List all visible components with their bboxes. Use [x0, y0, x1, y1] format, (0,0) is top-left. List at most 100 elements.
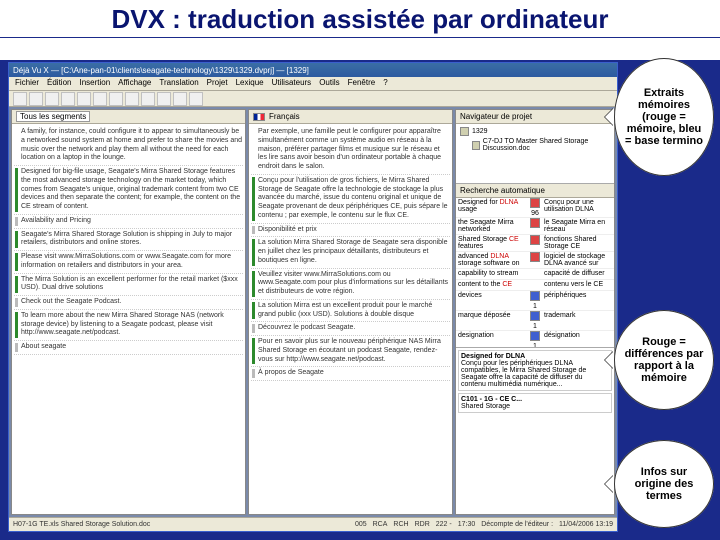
match-row[interactable]: designation1désignation	[456, 331, 614, 348]
segment-target-text[interactable]: Veuillez visiter www.MirraSolutions.com …	[258, 271, 449, 297]
menu-item[interactable]: Outils	[319, 78, 339, 89]
match-type-chip	[530, 311, 540, 321]
segment-marker	[15, 168, 18, 212]
segment-row[interactable]: Pour en savoir plus sur le nouveau périp…	[251, 336, 450, 367]
segment-target-text[interactable]: La solution Mirra Shared Storage de Seag…	[258, 239, 449, 265]
status-item: RCA	[373, 521, 388, 528]
term-info: Designed for DLNAConçu pour les périphér…	[456, 348, 614, 514]
source-header[interactable]: Tous les segments	[12, 110, 245, 124]
tree-root[interactable]: 1329	[460, 126, 610, 137]
segment-target-text[interactable]: Par exemple, une famille peut le configu…	[258, 128, 449, 172]
tree-file[interactable]: C7-DJ TO Master Shared Storage Discussio…	[460, 137, 610, 153]
segment-marker	[252, 271, 255, 297]
segment-target-text[interactable]: À propos de Seagate	[258, 369, 449, 378]
match-row[interactable]: Shared Storage CE featuresfonctions Shar…	[456, 235, 614, 252]
segment-row[interactable]: Availability and Pricing	[14, 215, 243, 229]
toolbar-button[interactable]	[77, 92, 91, 106]
dvx-app-window: Déjà Vu X — [C:\Ane-pan-01\clients\seaga…	[8, 62, 618, 532]
toolbar-button[interactable]	[189, 92, 203, 106]
segment-row[interactable]: Designed for big-file usage, Seagate's M…	[14, 166, 243, 215]
menu-item[interactable]: ?	[383, 78, 387, 89]
match-target: logiciel de stockage DLNA avancé sur	[542, 252, 614, 268]
project-tree: 1329 C7-DJ TO Master Shared Storage Disc…	[456, 124, 614, 184]
menu-item[interactable]: Translation	[159, 78, 198, 89]
match-type-chip	[530, 331, 540, 341]
menu-item[interactable]: Édition	[47, 78, 71, 89]
match-row[interactable]: Designed for DLNA usage96Conçu pour une …	[456, 198, 614, 218]
segment-row[interactable]: Conçu pour l'utilisation de gros fichier…	[251, 175, 450, 224]
match-row[interactable]: content to the CEcontenu vers le CE	[456, 280, 614, 291]
toolbar-button[interactable]	[125, 92, 139, 106]
segment-row[interactable]: The Mirra Solution is an excellent perfo…	[14, 274, 243, 297]
menu-item[interactable]: Utilisateurs	[272, 78, 312, 89]
segment-marker	[252, 226, 255, 235]
term-block[interactable]: Designed for DLNAConçu pour les périphér…	[458, 350, 612, 391]
match-source: the Seagate Mirra networked	[456, 218, 528, 234]
segment-row[interactable]: Please visit www.MirraSolutions.com or w…	[14, 251, 243, 274]
segment-row[interactable]: La solution Mirra est un excellent produ…	[251, 300, 450, 323]
status-item: 11/04/2006 13:19	[559, 521, 613, 528]
match-source: content to the CE	[456, 280, 528, 290]
target-header[interactable]: Français	[249, 110, 452, 124]
segment-row[interactable]: About seagate	[14, 341, 243, 355]
tree-label: C7-DJ TO Master Shared Storage Discussio…	[483, 138, 610, 152]
segment-row[interactable]: La solution Mirra Shared Storage de Seag…	[251, 237, 450, 268]
segment-source-text: About seagate	[21, 343, 242, 352]
menu-item[interactable]: Fenêtre	[348, 78, 376, 89]
menu-item[interactable]: Projet	[207, 78, 228, 89]
match-score: 1	[528, 311, 542, 330]
menu-item[interactable]: Insertion	[79, 78, 110, 89]
segment-marker	[252, 128, 255, 172]
segment-target-text[interactable]: La solution Mirra est un excellent produ…	[258, 302, 449, 320]
match-source: capability to stream	[456, 269, 528, 279]
match-score	[528, 235, 542, 251]
toolbar-button[interactable]	[93, 92, 107, 106]
match-score	[528, 280, 542, 290]
menu-item[interactable]: Lexique	[236, 78, 264, 89]
segment-marker	[15, 298, 18, 307]
segment-target-text[interactable]: Pour en savoir plus sur le nouveau périp…	[258, 338, 449, 364]
window-titlebar: Déjà Vu X — [C:\Ane-pan-01\clients\seaga…	[9, 63, 617, 77]
match-score	[528, 269, 542, 279]
match-row[interactable]: the Seagate Mirra networkedle Seagate Mi…	[456, 218, 614, 235]
toolbar	[9, 91, 617, 107]
segment-row[interactable]: To learn more about the new Mirra Shared…	[14, 310, 243, 341]
segment-row[interactable]: Par exemple, une famille peut le configu…	[251, 126, 450, 175]
toolbar-button[interactable]	[13, 92, 27, 106]
segment-row[interactable]: A family, for instance, could configure …	[14, 126, 243, 166]
term-body: Conçu pour les périphériques DLNA compat…	[461, 360, 609, 388]
segment-row[interactable]: À propos de Seagate	[251, 367, 450, 381]
match-row[interactable]: marque déposée1trademark	[456, 311, 614, 331]
segment-target-text[interactable]: Disponibilité et prix	[258, 226, 449, 235]
menu-item[interactable]: Fichier	[15, 78, 39, 89]
toolbar-button[interactable]	[173, 92, 187, 106]
status-file: H07-1G TE.xls Shared Storage Solution.do…	[13, 521, 150, 528]
match-row[interactable]: devices1périphériques	[456, 291, 614, 311]
match-row[interactable]: capability to streamcapacité de diffuser	[456, 269, 614, 280]
segment-row[interactable]: Check out the Seagate Podcast.	[14, 296, 243, 310]
segment-marker	[252, 177, 255, 221]
term-block[interactable]: C101 - 1G - CE C...Shared Storage	[458, 393, 612, 413]
slide-title: DVX : traduction assistée par ordinateur	[0, 0, 720, 38]
segment-row[interactable]: Découvrez le podcast Seagate.	[251, 322, 450, 336]
toolbar-button[interactable]	[61, 92, 75, 106]
segment-source-text: Seagate's Mirra Shared Storage Solution …	[21, 231, 242, 249]
segment-target-text[interactable]: Conçu pour l'utilisation de gros fichier…	[258, 177, 449, 221]
menu-item[interactable]: Affichage	[118, 78, 151, 89]
segment-marker	[252, 338, 255, 364]
toolbar-button[interactable]	[157, 92, 171, 106]
match-source: Shared Storage CE features	[456, 235, 528, 251]
segment-row[interactable]: Disponibilité et prix	[251, 224, 450, 238]
match-row[interactable]: advanced DLNA storage software onlogicie…	[456, 252, 614, 269]
segment-row[interactable]: Veuillez visiter www.MirraSolutions.com …	[251, 269, 450, 300]
segment-marker	[15, 276, 18, 294]
toolbar-button[interactable]	[109, 92, 123, 106]
flag-icon	[253, 113, 265, 121]
toolbar-button[interactable]	[29, 92, 43, 106]
match-score	[528, 218, 542, 234]
segment-row[interactable]: Seagate's Mirra Shared Storage Solution …	[14, 229, 243, 252]
filter-dropdown[interactable]: Tous les segments	[16, 111, 90, 122]
segment-target-text[interactable]: Découvrez le podcast Seagate.	[258, 324, 449, 333]
toolbar-button[interactable]	[45, 92, 59, 106]
toolbar-button[interactable]	[141, 92, 155, 106]
